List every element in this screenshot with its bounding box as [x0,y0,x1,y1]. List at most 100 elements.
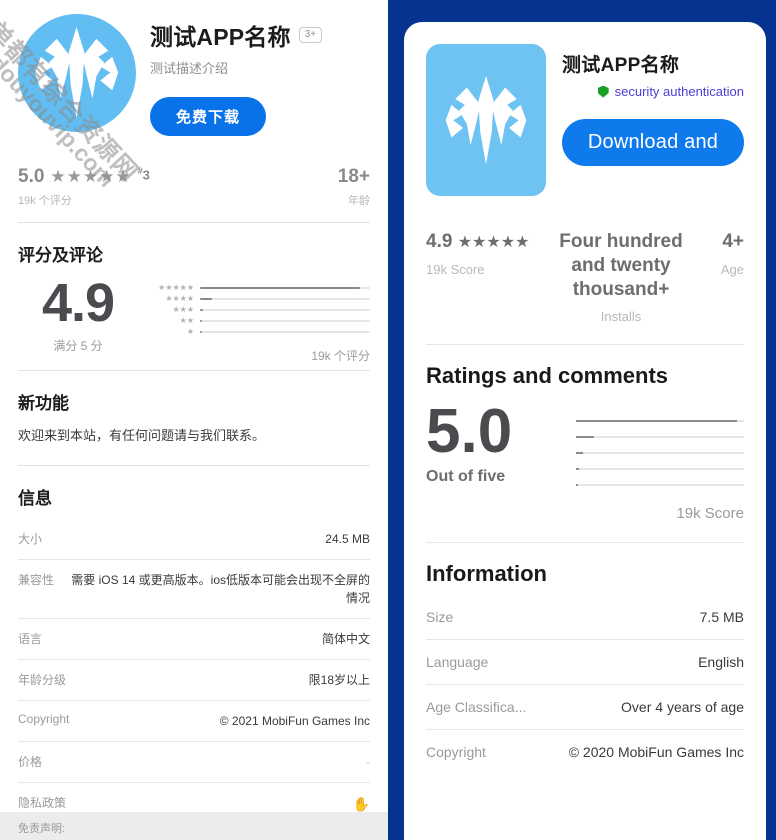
histogram-stars: ★★★★ [165,293,194,303]
rank-value: 3 [142,167,150,183]
rating-summary: 5.0 Out of five 19k Score [426,401,744,523]
info-key: 大小 [18,531,43,546]
info-value: 7.5 MB [699,609,744,626]
info-value: English [698,654,744,671]
rating-stat-main: 4.9 ★★★★★ [426,230,544,254]
rating-summary: 4.9 满分 5 分 ★★★★★ ★★★★ ★★★ ★★ ★ 19k 个评分 [18,276,370,364]
rating-caption: 19k 个评分 [18,195,72,207]
histogram-row: ★★★ [146,304,370,315]
left-panel-content: 测试APP名称 3+ 测试描述介绍 免费下载 5.0 ★★★★★ #3 19k … [0,0,388,222]
histogram-total-caption: 19k Score [676,505,744,523]
ratings-section: Ratings and comments 5.0 Out of five 19k… [426,345,744,522]
average-score-caption: Out of five [426,468,506,486]
table-row: Size 7.5 MB [426,595,744,641]
information-section: Information Size 7.5 MB Language English… [426,543,744,774]
table-row: Copyright © 2021 MobiFun Games Inc [18,701,370,742]
histogram-track [200,319,370,322]
info-value: 限18岁以上 [308,672,370,687]
info-key: Copyright [426,744,486,761]
installs-caption: Installs [600,309,642,325]
rating-histogram: ★★★★★ ★★★★ ★★★ ★★ ★ 19k 个评分 [146,278,370,364]
histogram-row: ★★ [146,315,370,326]
left-whatsnew-wrap: 新功能 欢迎来到本站，有任何问题请与我们联系。 [0,371,388,453]
rating-caption: 19k Score [426,261,485,277]
histogram-track [576,484,744,487]
age-caption: 年龄 [348,195,370,207]
histogram-fill [576,420,738,423]
average-score-block: 5.0 Out of five [426,401,576,486]
whats-new-section: 新功能 欢迎来到本站，有任何问题请与我们联系。 [18,371,370,453]
age-caption: Age [720,261,744,277]
right-app-icon-wrap [426,44,546,196]
histogram-stars: ★★ [179,315,194,325]
table-row: Age Classifica... Over 4 years of age [426,685,744,731]
left-app-icon-wrap [18,14,136,132]
histogram-track [200,308,370,311]
info-value: 简体中文 [321,631,370,646]
age-rating-badge: 3+ [298,27,323,43]
average-score-block: 4.9 满分 5 分 [18,276,146,354]
right-stats-row: 4.9 ★★★★★ 19k Score Four hundred and twe… [426,230,744,324]
histogram-track [576,468,744,471]
info-key: Copyright [18,711,70,726]
page-title: 测试APP名称 [562,55,680,76]
rating-stat-main: 5.0 ★★★★★ #3 [18,166,338,188]
age-value: 4+ [722,231,744,252]
histogram-stars: ★★★ [172,304,194,314]
right-app-header: 测试APP名称 security authentication Download… [426,22,744,196]
app-icon[interactable] [426,44,546,196]
average-score-caption: 满分 5 分 [53,339,103,354]
info-value: 24.5 MB [325,531,370,546]
info-key: 兼容性 [18,572,55,587]
ratings-heading: 评分及评论 [18,246,103,265]
download-button[interactable]: 免费下载 [150,97,267,136]
age-stat: 18+ 年龄 [338,166,370,208]
histogram-fill [200,330,202,333]
left-stats-row: 5.0 ★★★★★ #3 19k 个评分 18+ 年龄 [18,166,370,222]
info-value: Over 4 years of age [621,699,744,716]
histogram-stars: ★★★★★ [158,282,194,292]
info-key: 隐私政策 [18,795,67,810]
installs-stat: Four hundred and twenty thousand+ Instal… [552,230,690,324]
right-card: 测试APP名称 security authentication Download… [404,22,766,840]
star-icons: ★★★★★ [457,234,530,251]
info-key: 语言 [18,631,43,646]
age-stat: 4+ Age [698,230,744,277]
histogram-track [200,297,370,300]
histogram-row: ★ [146,326,370,337]
app-store-comparison-screen: 单都有综合资源网 douyouvip.com 测试APP名称 3+ 测试描述介绍… [0,0,776,840]
histogram-track [576,436,744,439]
whats-new-heading: 新功能 [18,394,69,413]
info-value: © 2021 MobiFun Games Inc [219,713,370,728]
shield-icon [597,85,609,98]
info-value: 需要 iOS 14 或更高版本。ios低版本可能会出现不全屏的情况 [71,572,370,605]
verified-label: security authentication [614,84,744,99]
histogram-fill [576,436,595,439]
left-ratings-section-wrap: 评分及评论 4.9 满分 5 分 ★★★★★ ★★★★ ★★★ ★★ ★ 19k… [0,223,388,370]
histogram-track [576,420,744,423]
info-key: Size [426,609,454,626]
table-row: 年龄分级 限18岁以上 [18,660,370,701]
download-button[interactable]: Download and [562,119,744,166]
table-row: 兼容性 需要 iOS 14 或更高版本。ios低版本可能会出现不全屏的情况 [18,560,370,619]
rating-stat: 5.0 ★★★★★ #3 19k 个评分 [18,166,338,208]
rating-stat: 4.9 ★★★★★ 19k Score [426,230,544,277]
information-heading: 信息 [18,488,52,508]
info-key: 价格 [18,754,43,769]
histogram-row [576,445,744,461]
histogram-row: ★★★★★ [146,282,370,293]
information-heading: Information [426,561,547,587]
left-app-page-panel: 单都有综合资源网 douyouvip.com 测试APP名称 3+ 测试描述介绍… [0,0,388,840]
info-value: © 2020 MobiFun Games Inc [568,744,744,761]
rating-value: 5.0 [18,166,45,187]
histogram-row [576,461,744,477]
left-title-row: 测试APP名称 3+ [150,18,370,52]
table-row: Language English [426,640,744,686]
disclaimer-bar: 免责声明: [0,812,388,840]
histogram-fill [576,484,578,487]
app-icon[interactable] [18,14,136,132]
info-key: 年龄分级 [18,672,67,687]
information-section: 信息 大小 24.5 MB 兼容性 需要 iOS 14 或更高版本。ios低版本… [18,466,370,832]
table-row: 大小 24.5 MB [18,519,370,560]
histogram-row [576,429,744,445]
